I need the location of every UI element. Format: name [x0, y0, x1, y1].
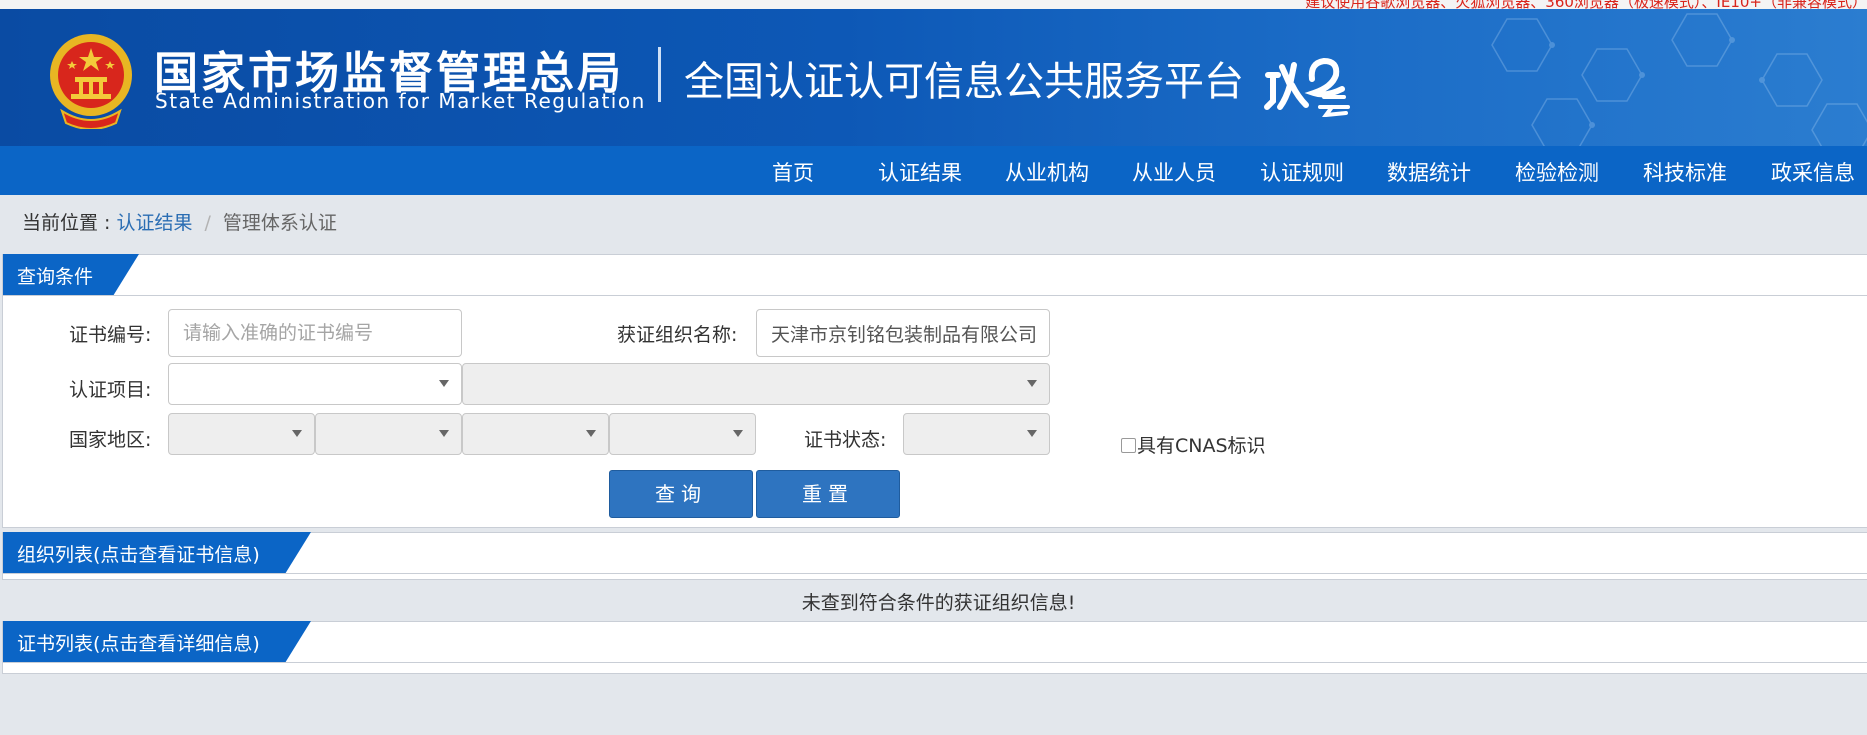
nav-practitioners[interactable]: 从业人员 [1132, 157, 1216, 187]
cert-list-tab-line [3, 662, 1867, 663]
nav-statistics[interactable]: 数据统计 [1387, 157, 1471, 187]
chevron-down-icon [439, 380, 449, 387]
nav-procurement[interactable]: 政采信息 [1771, 157, 1855, 187]
renyun-logo [1264, 57, 1350, 117]
chevron-down-icon [292, 430, 302, 437]
nav-inspection[interactable]: 检验检测 [1515, 157, 1599, 187]
project-label: 认证项目: [69, 379, 152, 401]
nav-cert-results[interactable]: 认证结果 [878, 157, 962, 187]
query-tab-title: 查询条件 [3, 254, 139, 296]
org-name-label: 获证组织名称: [617, 324, 738, 346]
cnas-label: 具有CNAS标识 [1137, 435, 1266, 457]
status-select[interactable] [903, 413, 1050, 455]
cert-no-input[interactable] [168, 309, 462, 357]
browser-notice-bar: 建议使用谷歌浏览器、火狐浏览器、360浏览器（极速模式）、IE10+（非兼容模式… [0, 0, 1867, 9]
hexagon-pattern [1491, 13, 1867, 146]
org-list-panel: 组织列表(点击查看证书信息) [2, 532, 1867, 580]
region-district-select[interactable] [609, 413, 756, 455]
search-button[interactable]: 查询 [609, 470, 753, 518]
reset-button[interactable]: 重置 [756, 470, 900, 518]
region-city-select[interactable] [462, 413, 609, 455]
breadcrumb-label: 当前位置 : [22, 212, 111, 234]
org-list-empty-message: 未查到符合条件的获证组织信息! [801, 592, 1076, 614]
chevron-down-icon [439, 430, 449, 437]
breadcrumb-separator: / [204, 212, 211, 234]
cert-list-tab-title: 证书列表(点击查看详细信息) [3, 621, 311, 663]
org-name-en: State Administration for Market Regulati… [155, 89, 646, 113]
chevron-down-icon [1027, 380, 1037, 387]
chevron-down-icon [586, 430, 596, 437]
region-province-select[interactable] [315, 413, 462, 455]
cnas-checkbox-wrap: 具有CNAS标识 [1121, 421, 1271, 471]
query-tab-line [3, 295, 1867, 296]
platform-title: 全国认证认可信息公共服务平台 [684, 59, 1244, 105]
nav-tech-standards[interactable]: 科技标准 [1643, 157, 1727, 187]
org-list-tab-title: 组织列表(点击查看证书信息) [3, 532, 311, 574]
national-emblem-icon [50, 34, 132, 129]
chevron-down-icon [1027, 430, 1037, 437]
cnas-checkbox[interactable] [1121, 438, 1136, 453]
cert-no-label: 证书编号: [69, 324, 152, 346]
breadcrumb: 当前位置 : 认证结果 / 管理体系认证 [22, 208, 337, 235]
org-list-tab-line [3, 573, 1867, 574]
chevron-down-icon [733, 430, 743, 437]
breadcrumb-current: 管理体系认证 [222, 212, 337, 234]
breadcrumb-link-cert-results[interactable]: 认证结果 [117, 212, 193, 234]
nav-home[interactable]: 首页 [772, 157, 814, 187]
nav-institutions[interactable]: 从业机构 [1005, 157, 1089, 187]
status-label: 证书状态: [804, 429, 887, 451]
cert-list-panel: 证书列表(点击查看详细信息) [2, 621, 1867, 674]
site-header: 国家市场监督管理总局 State Administration for Mark… [0, 9, 1867, 146]
project-select[interactable] [168, 363, 462, 405]
nav-cert-rules[interactable]: 认证规则 [1260, 157, 1344, 187]
header-divider [658, 47, 661, 102]
org-name-input[interactable] [756, 309, 1050, 357]
project-sub-select[interactable] [462, 363, 1050, 405]
region-country-select[interactable] [168, 413, 315, 455]
region-label: 国家地区: [69, 429, 152, 451]
main-nav: 首页 认证结果 从业机构 从业人员 认证规则 数据统计 检验检测 科技标准 政采… [0, 146, 1867, 195]
browser-notice: 建议使用谷歌浏览器、火狐浏览器、360浏览器（极速模式）、IE10+（非兼容模式… [1305, 0, 1867, 9]
